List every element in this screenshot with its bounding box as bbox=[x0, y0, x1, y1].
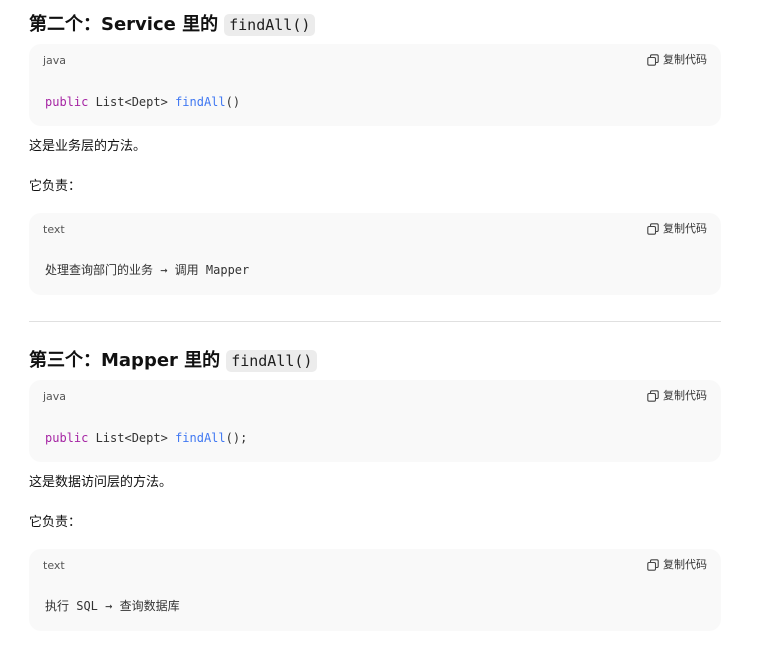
copy-icon bbox=[647, 559, 659, 571]
copy-label: 复制代码 bbox=[663, 53, 707, 66]
section-heading-mapper: 第三个：Mapper 里的 findAll() bbox=[29, 348, 318, 374]
code-token-function: findAll bbox=[175, 95, 226, 109]
copy-icon bbox=[647, 223, 659, 235]
code-block-text: text 复制代码 执行 SQL → 查询数据库 bbox=[29, 549, 721, 631]
code-block-text: text 复制代码 处理查询部门的业务 → 调用 Mapper bbox=[29, 213, 721, 295]
code-line: 执行 SQL → 查询数据库 bbox=[45, 599, 180, 613]
heading-text: 第二个：Service 里的 bbox=[29, 14, 219, 35]
code-line: public List<Dept> findAll(); bbox=[45, 430, 247, 446]
heading-text: 第三个：Mapper 里的 bbox=[29, 350, 221, 371]
paragraph: 这是数据访问层的方法。 bbox=[29, 475, 173, 490]
code-language-label: text bbox=[43, 223, 65, 236]
code-token-keyword: public bbox=[45, 431, 89, 445]
code-token-punct: () bbox=[225, 95, 241, 109]
code-language-label: java bbox=[43, 390, 67, 403]
code-language-label: java bbox=[43, 54, 67, 67]
code-line: public List<Dept> findAll() bbox=[45, 94, 240, 110]
copy-code-button[interactable]: 复制代码 bbox=[647, 558, 707, 572]
section-heading-service: 第二个：Service 里的 findAll() bbox=[29, 12, 316, 38]
paragraph: 它负责： bbox=[29, 179, 82, 194]
copy-label: 复制代码 bbox=[663, 222, 707, 235]
inline-code: findAll() bbox=[226, 350, 318, 372]
paragraph: 这是业务层的方法。 bbox=[29, 139, 147, 154]
copy-label: 复制代码 bbox=[663, 389, 707, 402]
code-block-java: java 复制代码 public List<Dept> findAll() bbox=[29, 44, 721, 126]
code-token-punct: (); bbox=[225, 431, 248, 445]
code-token-type: List<Dept> bbox=[88, 95, 176, 109]
paragraph: 它负责： bbox=[29, 515, 82, 530]
copy-label: 复制代码 bbox=[663, 558, 707, 571]
code-language-label: text bbox=[43, 559, 65, 572]
inline-code: findAll() bbox=[224, 14, 316, 36]
code-token-keyword: public bbox=[45, 95, 89, 109]
copy-icon bbox=[647, 54, 659, 66]
copy-code-button[interactable]: 复制代码 bbox=[647, 53, 707, 67]
code-block-java: java 复制代码 public List<Dept> findAll(); bbox=[29, 380, 721, 462]
code-token-type: List<Dept> bbox=[88, 431, 176, 445]
copy-icon bbox=[647, 390, 659, 402]
section-divider bbox=[29, 321, 721, 322]
copy-code-button[interactable]: 复制代码 bbox=[647, 222, 707, 236]
code-line: 处理查询部门的业务 → 调用 Mapper bbox=[45, 263, 250, 277]
copy-code-button[interactable]: 复制代码 bbox=[647, 389, 707, 403]
code-token-function: findAll bbox=[175, 431, 226, 445]
